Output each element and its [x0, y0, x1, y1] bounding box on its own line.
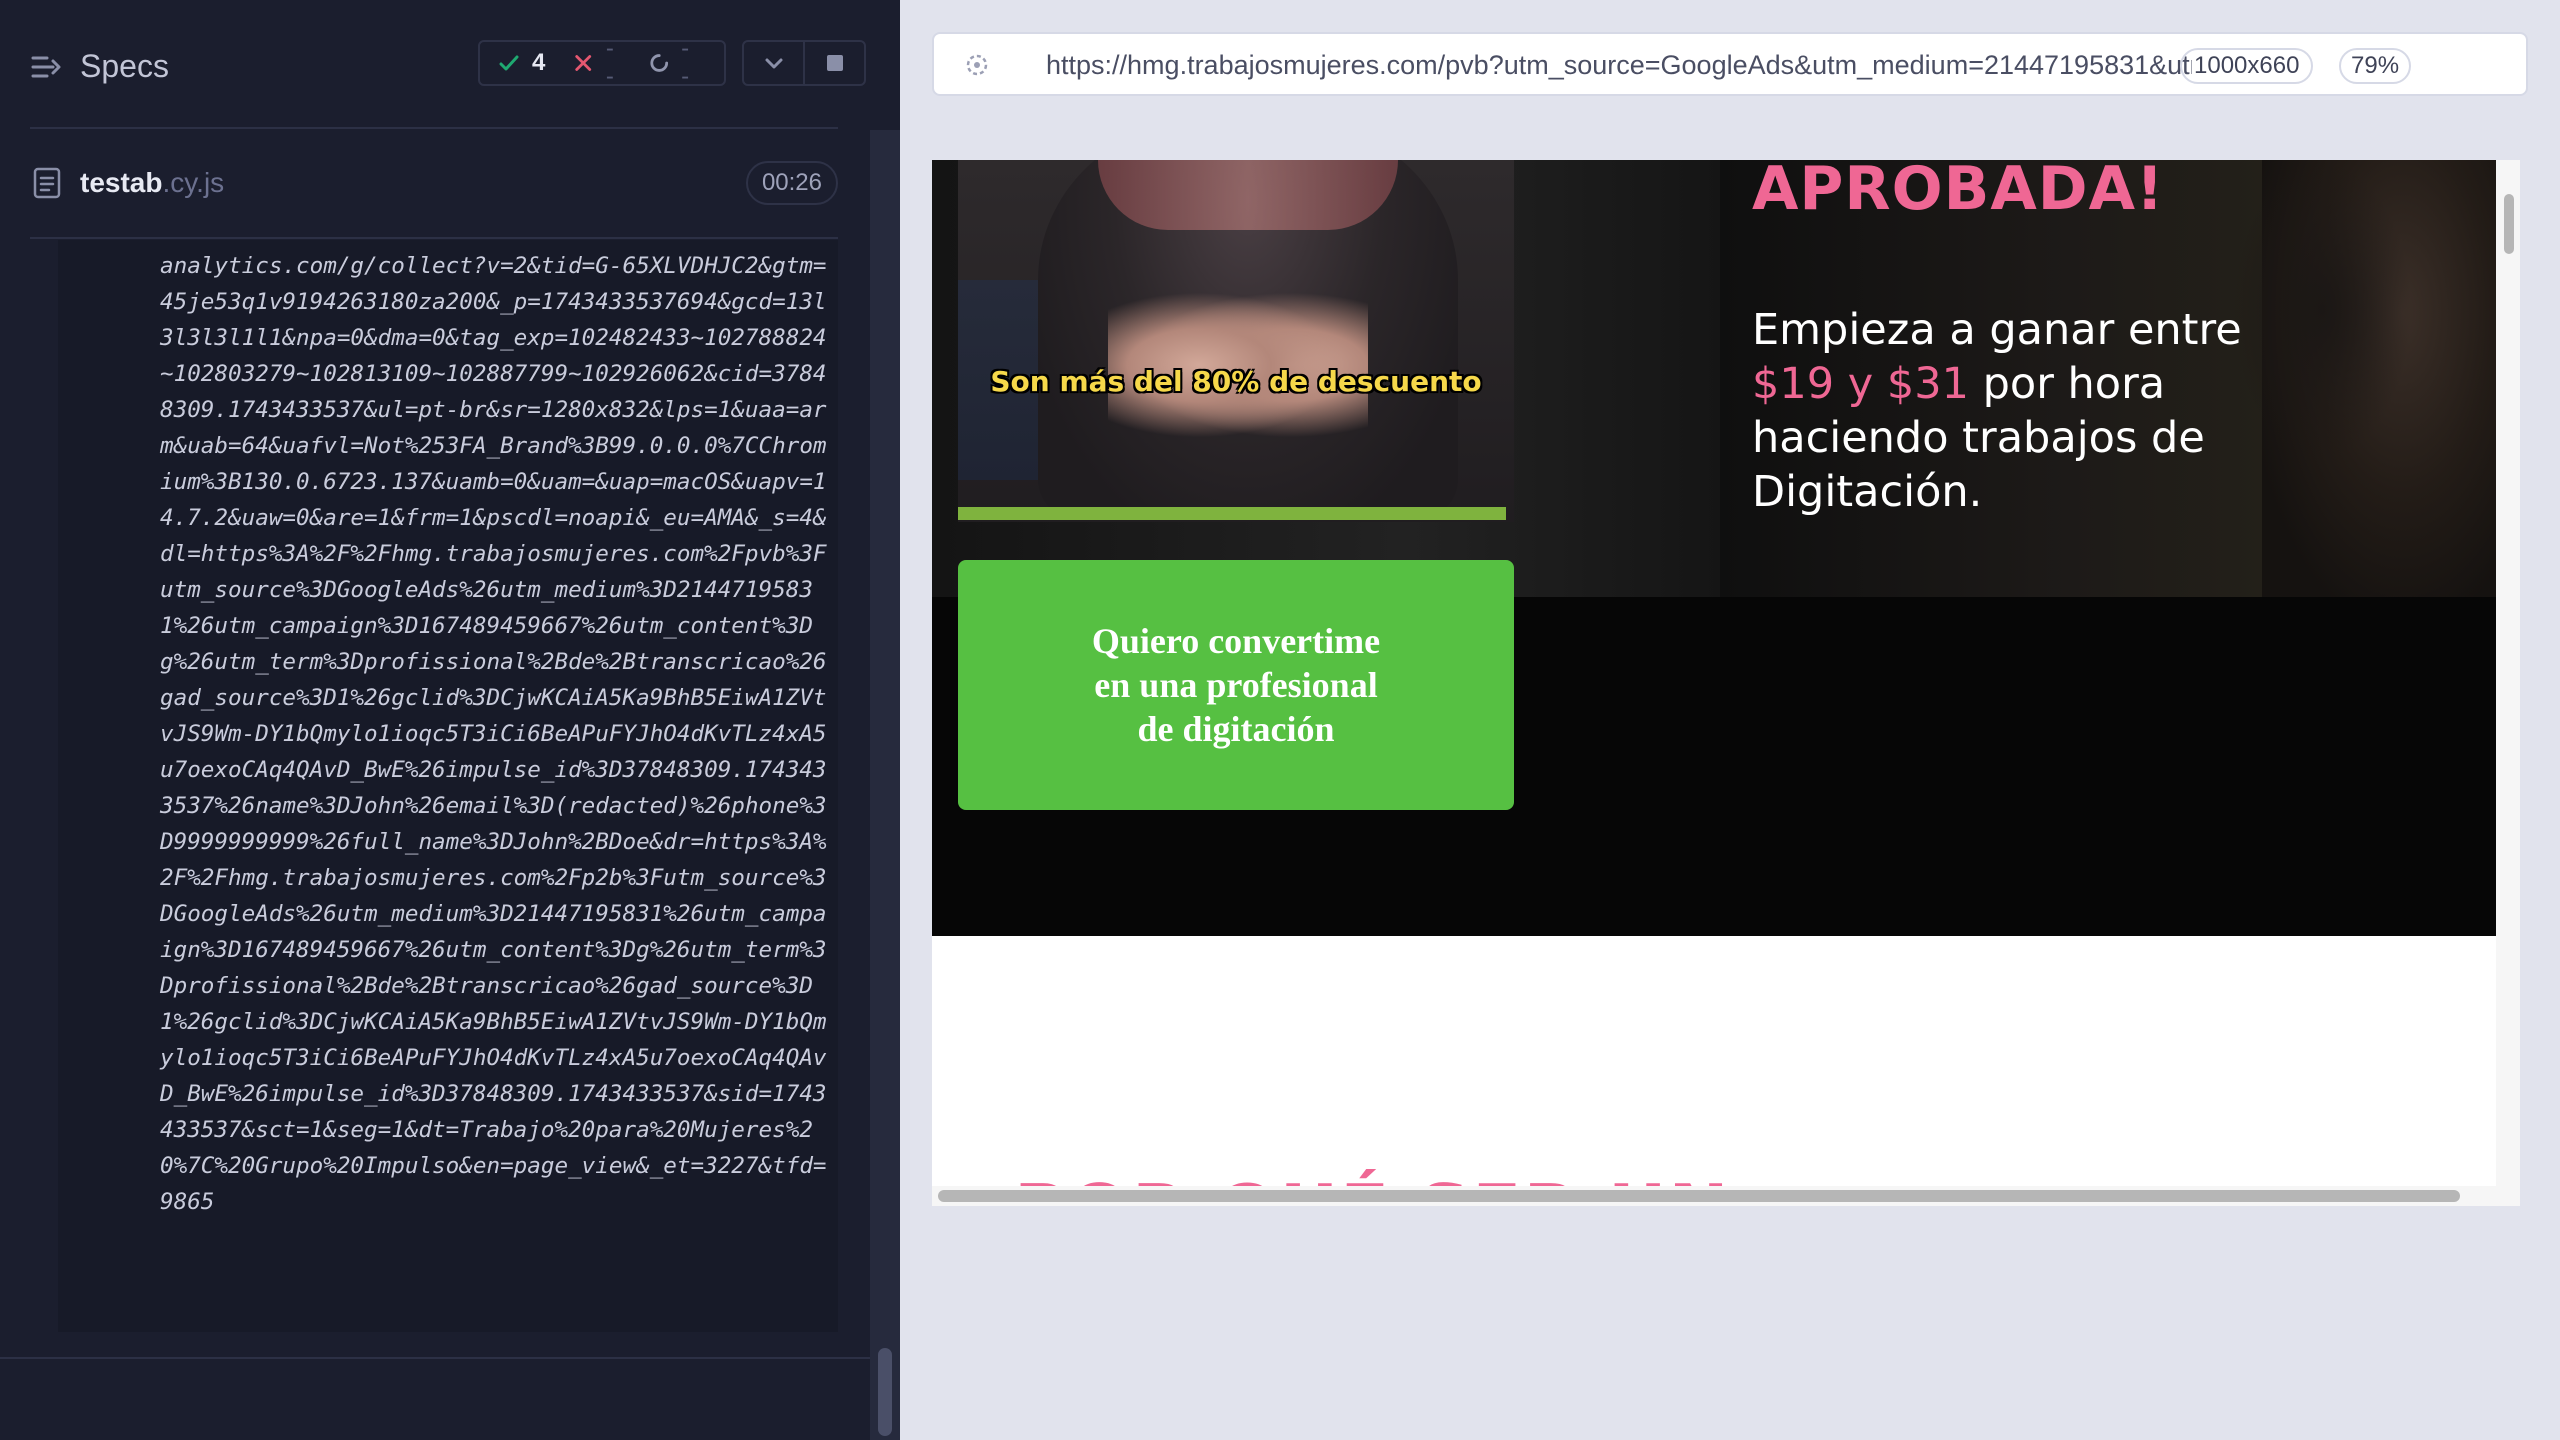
- pay-range-highlight: $19 y $31: [1752, 359, 1969, 409]
- pending-count: --: [681, 35, 690, 90]
- reporter-scrollbar[interactable]: [870, 130, 900, 1440]
- test-stats: 4 -- --: [478, 35, 726, 90]
- selector-playground-icon[interactable]: [962, 50, 992, 80]
- command-log-detail: analytics.com/g/collect?v=2&tid=G-65XLVD…: [58, 240, 838, 1332]
- app-under-test-panel: https://hmg.trabajosmujeres.com/pvb?utm_…: [900, 0, 2560, 1440]
- reporter-header: Specs 4 -- --: [0, 0, 900, 130]
- reporter-panel: Specs 4 -- -- testab .cy.js 00:26 analyt…: [0, 0, 900, 1440]
- specs-list-icon: [31, 56, 61, 77]
- stat-passed: 4: [498, 49, 545, 77]
- divider: [30, 127, 838, 129]
- divider: [0, 1357, 870, 1359]
- video-progress-bar[interactable]: [958, 507, 1506, 520]
- video-player[interactable]: Son más del 80% de descuento: [958, 160, 1514, 522]
- spec-extension: .cy.js: [162, 167, 225, 198]
- passed-count: 4: [532, 49, 546, 76]
- pending-spinner-icon: [650, 54, 668, 72]
- reporter-scrollbar-thumb[interactable]: [878, 1348, 892, 1436]
- aut-iframe: Son más del 80% de descuento Quiero conv…: [932, 160, 2520, 1206]
- section-heading: POR QUÉ SER UN: [1014, 1163, 1731, 1187]
- spec-duration: 00:26: [745, 161, 838, 205]
- stop-button[interactable]: [803, 42, 864, 84]
- video-presenter-hair: [1098, 160, 1398, 230]
- stop-icon: [826, 55, 843, 71]
- stat-failed: --: [573, 35, 620, 91]
- document-icon: [33, 167, 61, 199]
- specs-label: Specs: [80, 48, 169, 84]
- cta-button[interactable]: Quiero convertime en una profesional de …: [958, 560, 1514, 810]
- specs-toggle[interactable]: Specs: [30, 48, 169, 85]
- hero-headline: APROBADA!: [1752, 160, 2165, 224]
- url-bar[interactable]: https://hmg.trabajosmujeres.com/pvb?utm_…: [932, 32, 2528, 96]
- divider: [30, 237, 838, 239]
- hero-section: Son más del 80% de descuento Quiero conv…: [932, 160, 2496, 936]
- zoom-badge[interactable]: 79%: [2339, 48, 2412, 84]
- page-vertical-scrollbar[interactable]: [2496, 160, 2520, 1206]
- spec-name: testab: [80, 167, 163, 198]
- viewport-size-badge[interactable]: 1000x660: [2180, 48, 2314, 84]
- cta-label: Quiero convertime en una profesional de …: [1091, 621, 1381, 749]
- spec-file-row[interactable]: testab .cy.js 00:26: [30, 155, 838, 211]
- page-horizontal-scrollbar-thumb[interactable]: [938, 1190, 2460, 1202]
- failed-count: --: [605, 35, 614, 90]
- url-text[interactable]: https://hmg.trabajosmujeres.com/pvb?utm_…: [1046, 50, 2192, 82]
- hero-copy: Empieza a ganar entre $19 y $31 por hora…: [1752, 303, 2272, 519]
- page-vertical-scrollbar-thumb[interactable]: [2504, 194, 2514, 254]
- video-caption: Son más del 80% de descuento: [990, 365, 1482, 398]
- check-icon: [499, 55, 519, 71]
- collapse-button[interactable]: [744, 42, 803, 84]
- stat-pending: --: [649, 35, 696, 91]
- copy-text: Empieza a ganar entre: [1752, 305, 2242, 355]
- request-url-log: analytics.com/g/collect?v=2&tid=G-65XLVD…: [160, 253, 827, 1215]
- chevron-down-icon: [765, 58, 782, 69]
- run-controls: [742, 40, 866, 86]
- x-icon: [575, 55, 592, 71]
